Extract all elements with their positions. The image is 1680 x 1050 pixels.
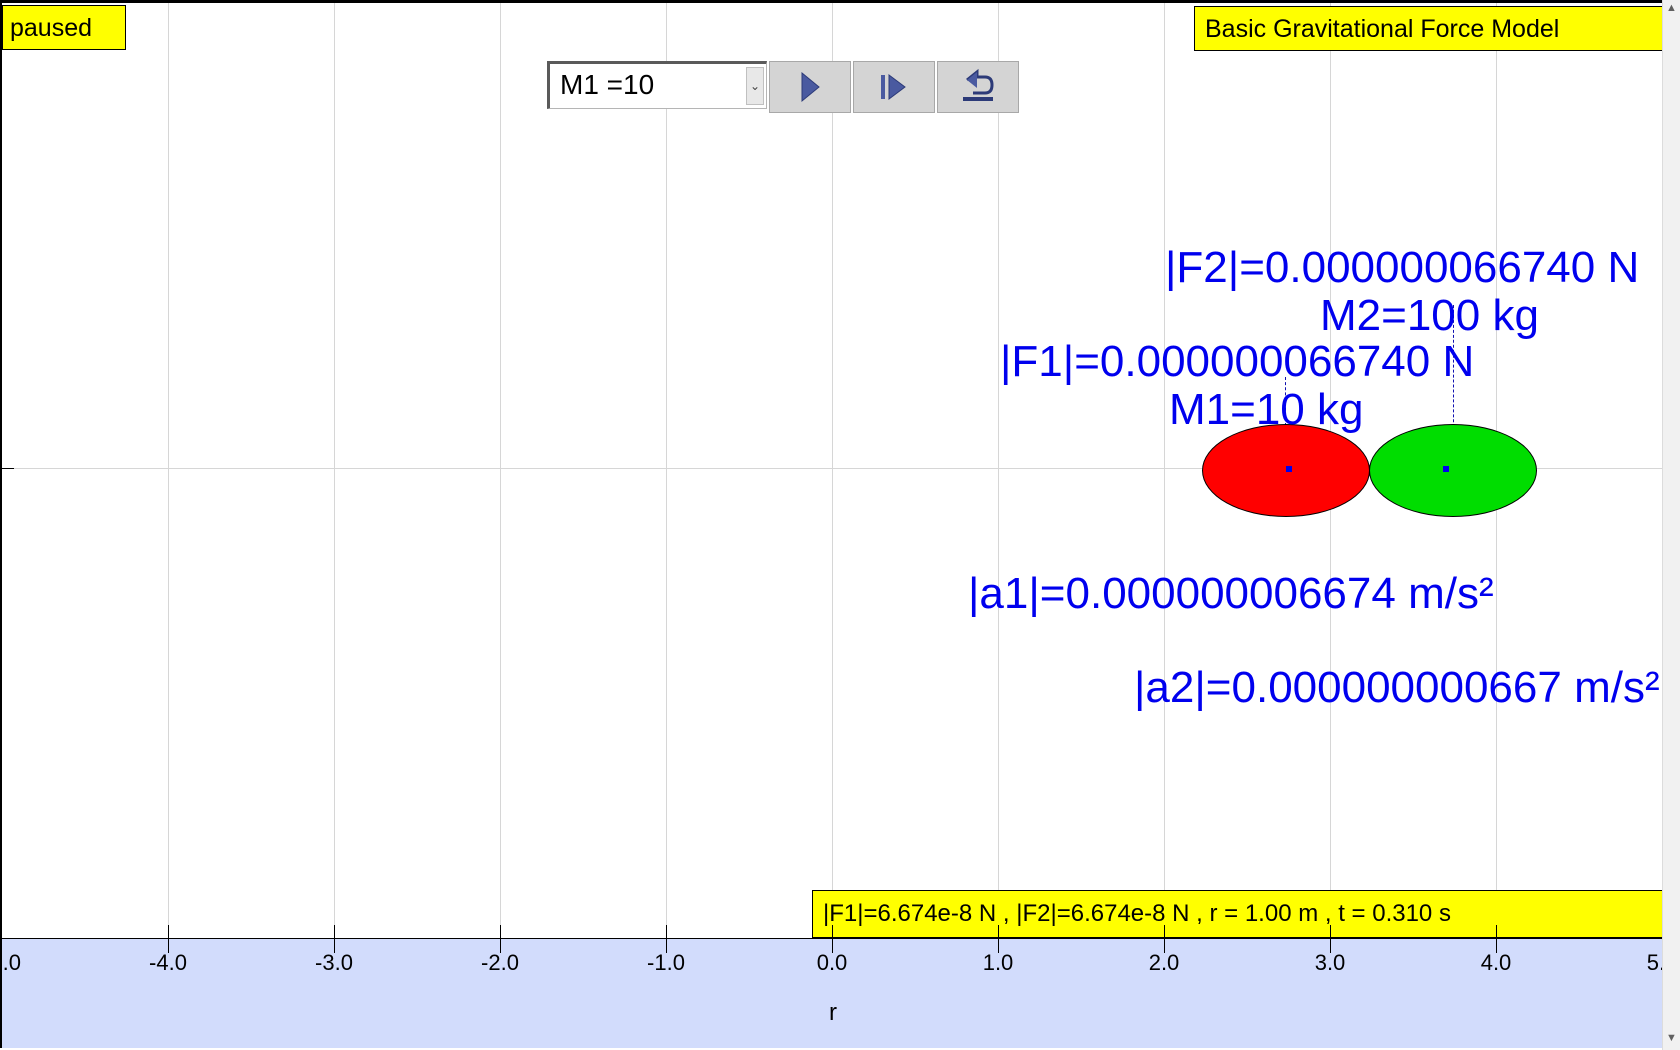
chevron-down-icon[interactable]: ⌄ bbox=[746, 67, 764, 105]
vertical-scrollbar[interactable]: ▲ ▼ bbox=[1662, 0, 1680, 1050]
x-tick-label: -3.0 bbox=[315, 950, 353, 975]
play-icon bbox=[801, 71, 820, 103]
x-axis-tick bbox=[998, 925, 999, 953]
mass-m1-center bbox=[1286, 466, 1292, 472]
acceleration-a1-label: |a1|=0.000000006674 m/s² bbox=[968, 569, 1494, 618]
play-button[interactable] bbox=[769, 61, 851, 113]
x-tick-label: 2.0 bbox=[1148, 950, 1180, 975]
x-tick-label: -4.0 bbox=[149, 950, 187, 975]
x-tick-label: 4.0 bbox=[1480, 950, 1512, 975]
reset-button[interactable] bbox=[937, 61, 1019, 113]
model-title: Basic Gravitational Force Model bbox=[1194, 6, 1662, 51]
mass-m2-center bbox=[1443, 466, 1449, 472]
status-label: paused bbox=[2, 5, 126, 50]
x-tick-label: -5.0 bbox=[2, 950, 21, 975]
grid-line bbox=[998, 3, 999, 938]
x-tick-label: -2.0 bbox=[481, 950, 519, 975]
scroll-down-icon[interactable]: ▼ bbox=[1663, 1032, 1680, 1048]
x-tick-label: -1.0 bbox=[647, 950, 685, 975]
x-axis-title: r bbox=[829, 999, 837, 1026]
simulation-canvas: |F2|=0.000000066740 N M2=100 kg |F1|=0.0… bbox=[0, 0, 1662, 1048]
x-axis-tick bbox=[1496, 925, 1497, 953]
mass-select[interactable]: M1 =10 ⌄ bbox=[547, 61, 767, 109]
scroll-up-icon[interactable]: ▲ bbox=[1663, 2, 1680, 18]
x-axis-tick bbox=[334, 925, 335, 953]
reset-icon bbox=[963, 68, 994, 101]
mass-m2-ball[interactable] bbox=[1369, 424, 1537, 517]
x-axis-tick bbox=[1330, 925, 1331, 953]
x-tick-label: 1.0 bbox=[982, 950, 1014, 975]
mass-select-value: M1 =10 bbox=[560, 69, 655, 100]
force-f2-label: |F2|=0.000000066740 N bbox=[1165, 243, 1640, 292]
grid-line bbox=[666, 3, 667, 938]
x-axis-tick bbox=[666, 925, 667, 953]
mass-m1-label: M1=10 kg bbox=[1169, 385, 1364, 434]
x-tick-label: 3.0 bbox=[1314, 950, 1346, 975]
readout-label: |F1|=6.674e-8 N , |F2|=6.674e-8 N , r = … bbox=[812, 890, 1662, 938]
x-axis-tick bbox=[832, 925, 833, 953]
control-bar: M1 =10 ⌄ bbox=[547, 61, 1019, 113]
mass-m2-label: M2=100 kg bbox=[1320, 291, 1539, 340]
step-forward-icon bbox=[881, 74, 906, 100]
grid-line bbox=[1164, 3, 1165, 938]
grid-line bbox=[500, 3, 501, 938]
x-tick-label: 0.0 bbox=[816, 950, 848, 975]
step-button[interactable] bbox=[853, 61, 935, 113]
x-axis-tick bbox=[500, 925, 501, 953]
force-f1-label: |F1|=0.000000066740 N bbox=[1000, 337, 1475, 386]
x-tick-label: 5.0 bbox=[1646, 950, 1662, 975]
x-axis-tick bbox=[168, 925, 169, 953]
x-axis-tick bbox=[1164, 925, 1165, 953]
acceleration-a2-label: |a2|=0.000000000667 m/s² bbox=[1134, 663, 1660, 712]
grid-line bbox=[168, 3, 169, 938]
grid-line bbox=[832, 3, 833, 938]
y-axis-tick bbox=[2, 468, 14, 469]
grid-line bbox=[334, 3, 335, 938]
plot-area: |F2|=0.000000066740 N M2=100 kg |F1|=0.0… bbox=[2, 3, 1662, 938]
